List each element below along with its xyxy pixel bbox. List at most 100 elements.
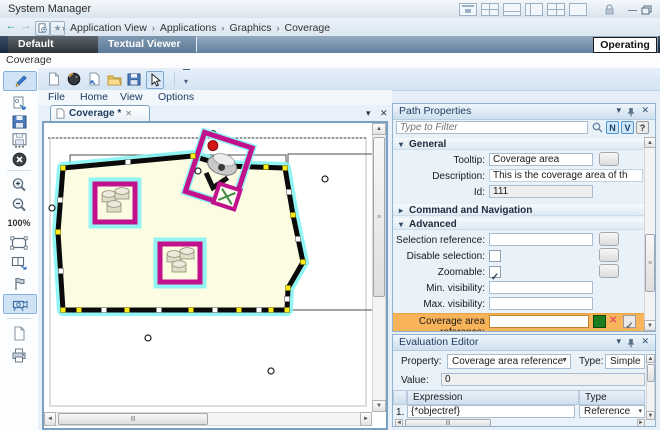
zoom-level-label[interactable]: 100%: [0, 218, 38, 228]
filter-help-button[interactable]: ?: [636, 121, 649, 134]
properties-vscroll-thumb[interactable]: ≡: [645, 234, 655, 292]
menu-home[interactable]: Home: [80, 91, 108, 103]
document-list-dropdown-icon[interactable]: ▾: [366, 108, 371, 119]
save-all-button[interactable]: [3, 131, 35, 149]
document-tab-coverage[interactable]: Coverage * ✕: [50, 105, 150, 121]
path-properties-title-bar[interactable]: Path Properties ▾ ✕: [393, 104, 655, 120]
camera-delete-box[interactable]: [213, 184, 240, 210]
select-pointer-button[interactable]: [146, 71, 164, 89]
expression-input[interactable]: [407, 405, 575, 418]
panel-close-icon[interactable]: ✕: [641, 336, 649, 347]
section-command-navigation[interactable]: ▸Command and Navigation: [393, 203, 644, 216]
grid-layout-icon[interactable]: [481, 3, 499, 16]
type-value-box[interactable]: Simple: [605, 354, 645, 369]
disable-selection-checkbox[interactable]: [489, 250, 501, 262]
save-button[interactable]: [3, 113, 35, 131]
clear-reference-icon[interactable]: ✕: [609, 315, 617, 326]
panel-menu-icon[interactable]: ▾: [616, 336, 621, 347]
eval-scroll-down-button[interactable]: ▼: [646, 411, 655, 420]
new-document-button[interactable]: [46, 71, 62, 87]
section-advanced[interactable]: ▾Advanced: [393, 217, 644, 230]
description-input[interactable]: [489, 169, 643, 182]
canvas-hscroll-thumb[interactable]: Ⅲ: [58, 413, 208, 425]
zoomable-checkbox[interactable]: ✓: [489, 266, 501, 278]
max-visibility-input[interactable]: [489, 297, 593, 310]
filter-name-button[interactable]: N: [606, 121, 619, 134]
selection-reference-input[interactable]: [489, 233, 593, 246]
fit-to-view-button[interactable]: [3, 234, 35, 252]
eval-scroll-left-button[interactable]: ◄: [395, 419, 403, 427]
open-project-button[interactable]: [66, 71, 82, 87]
zoom-in-button[interactable]: [3, 176, 35, 194]
properties-scroll-up-button[interactable]: ▲: [644, 137, 656, 148]
drawing-canvas[interactable]: [44, 123, 372, 412]
toolbar-overflow-button[interactable]: ▾: [178, 71, 194, 87]
breadcrumb-item-application-view[interactable]: Application View: [70, 22, 147, 34]
canvas-scroll-up-button[interactable]: ▲: [372, 123, 386, 135]
minimize-button[interactable]: —: [628, 5, 637, 15]
panel-menu-icon[interactable]: ▾: [616, 105, 621, 116]
panel-close-icon[interactable]: ✕: [641, 105, 649, 116]
min-visibility-input[interactable]: [489, 281, 593, 294]
property-dropdown[interactable]: Coverage area reference ▼: [447, 354, 571, 369]
evaluation-editor-title-bar[interactable]: Evaluation Editor ▾ ✕: [393, 335, 655, 351]
open-file-button[interactable]: [106, 71, 122, 87]
menu-view[interactable]: View: [120, 91, 143, 103]
print-button[interactable]: [3, 346, 35, 364]
operating-mode-button[interactable]: Operating: [593, 37, 657, 53]
split-view-button[interactable]: [3, 254, 35, 272]
tab-default[interactable]: Default: [8, 36, 98, 53]
canvas-vscroll-thumb[interactable]: ≡: [373, 137, 385, 297]
pan-flag-button[interactable]: [3, 274, 35, 292]
search-button[interactable]: [591, 121, 604, 134]
history-button[interactable]: [35, 21, 50, 36]
save-document-button[interactable]: [126, 71, 142, 87]
menu-options[interactable]: Options: [158, 91, 194, 103]
eval-vscroll-thumb[interactable]: [647, 364, 655, 382]
filter-value-button[interactable]: V: [621, 121, 634, 134]
back-button[interactable]: ←: [4, 20, 18, 33]
camera-view-button[interactable]: [3, 294, 37, 314]
canvas-scroll-down-button[interactable]: ▼: [372, 400, 386, 412]
export-page-button[interactable]: [3, 94, 35, 112]
edit-pencil-button[interactable]: [3, 71, 37, 91]
left-panel-layout-icon[interactable]: [525, 3, 543, 16]
breadcrumb-item-coverage[interactable]: Coverage: [285, 22, 331, 34]
restore-button[interactable]: [641, 5, 652, 15]
document-tab-close-icon[interactable]: ✕: [125, 109, 132, 118]
disable-selection-editor-button[interactable]: [599, 248, 619, 262]
breadcrumb-item-applications[interactable]: Applications: [160, 22, 217, 34]
expression-column-header[interactable]: Expression: [407, 390, 579, 405]
import-document-button[interactable]: [86, 71, 102, 87]
tooltip-editor-button[interactable]: [599, 152, 619, 166]
eval-hscroll-thumb[interactable]: Ⅲ: [405, 419, 491, 427]
eval-scroll-up-button[interactable]: ▲: [646, 354, 655, 363]
tab-textual-viewer[interactable]: Textual Viewer: [98, 36, 196, 53]
properties-scroll-down-button[interactable]: ▼: [644, 320, 656, 331]
document-close-icon[interactable]: ✕: [380, 108, 388, 119]
cancel-button[interactable]: [3, 150, 35, 168]
filter-input[interactable]: [396, 121, 588, 134]
forward-button[interactable]: →: [19, 20, 33, 33]
tooltip-input[interactable]: [489, 153, 593, 166]
pin-icon[interactable]: [627, 338, 635, 348]
split-layout-icon[interactable]: [547, 3, 565, 16]
section-3d-effects[interactable]: ▸3D Effects: [393, 331, 644, 332]
eval-scroll-right-button[interactable]: ►: [637, 419, 645, 427]
pin-icon[interactable]: [627, 107, 635, 117]
section-general[interactable]: ▾General: [393, 137, 644, 150]
canvas-scroll-right-button[interactable]: ►: [360, 412, 372, 426]
selection-reference-editor-button[interactable]: [599, 232, 619, 246]
single-layout-icon[interactable]: [569, 3, 587, 16]
page-setup-button[interactable]: [3, 324, 35, 342]
type-column-header[interactable]: Type: [579, 390, 645, 405]
breadcrumb-item-graphics[interactable]: Graphics: [229, 22, 271, 34]
zoom-out-button[interactable]: [3, 196, 35, 214]
reference-apply-checkbox[interactable]: ✓: [623, 315, 636, 328]
menu-file[interactable]: File: [48, 91, 65, 103]
collapse-layout-icon[interactable]: [459, 3, 477, 16]
coverage-area-reference-input[interactable]: [489, 315, 589, 328]
zoomable-editor-button[interactable]: [599, 264, 619, 278]
reference-color-swatch[interactable]: [593, 315, 606, 328]
expression-type-dropdown[interactable]: Reference ▾: [579, 405, 645, 418]
